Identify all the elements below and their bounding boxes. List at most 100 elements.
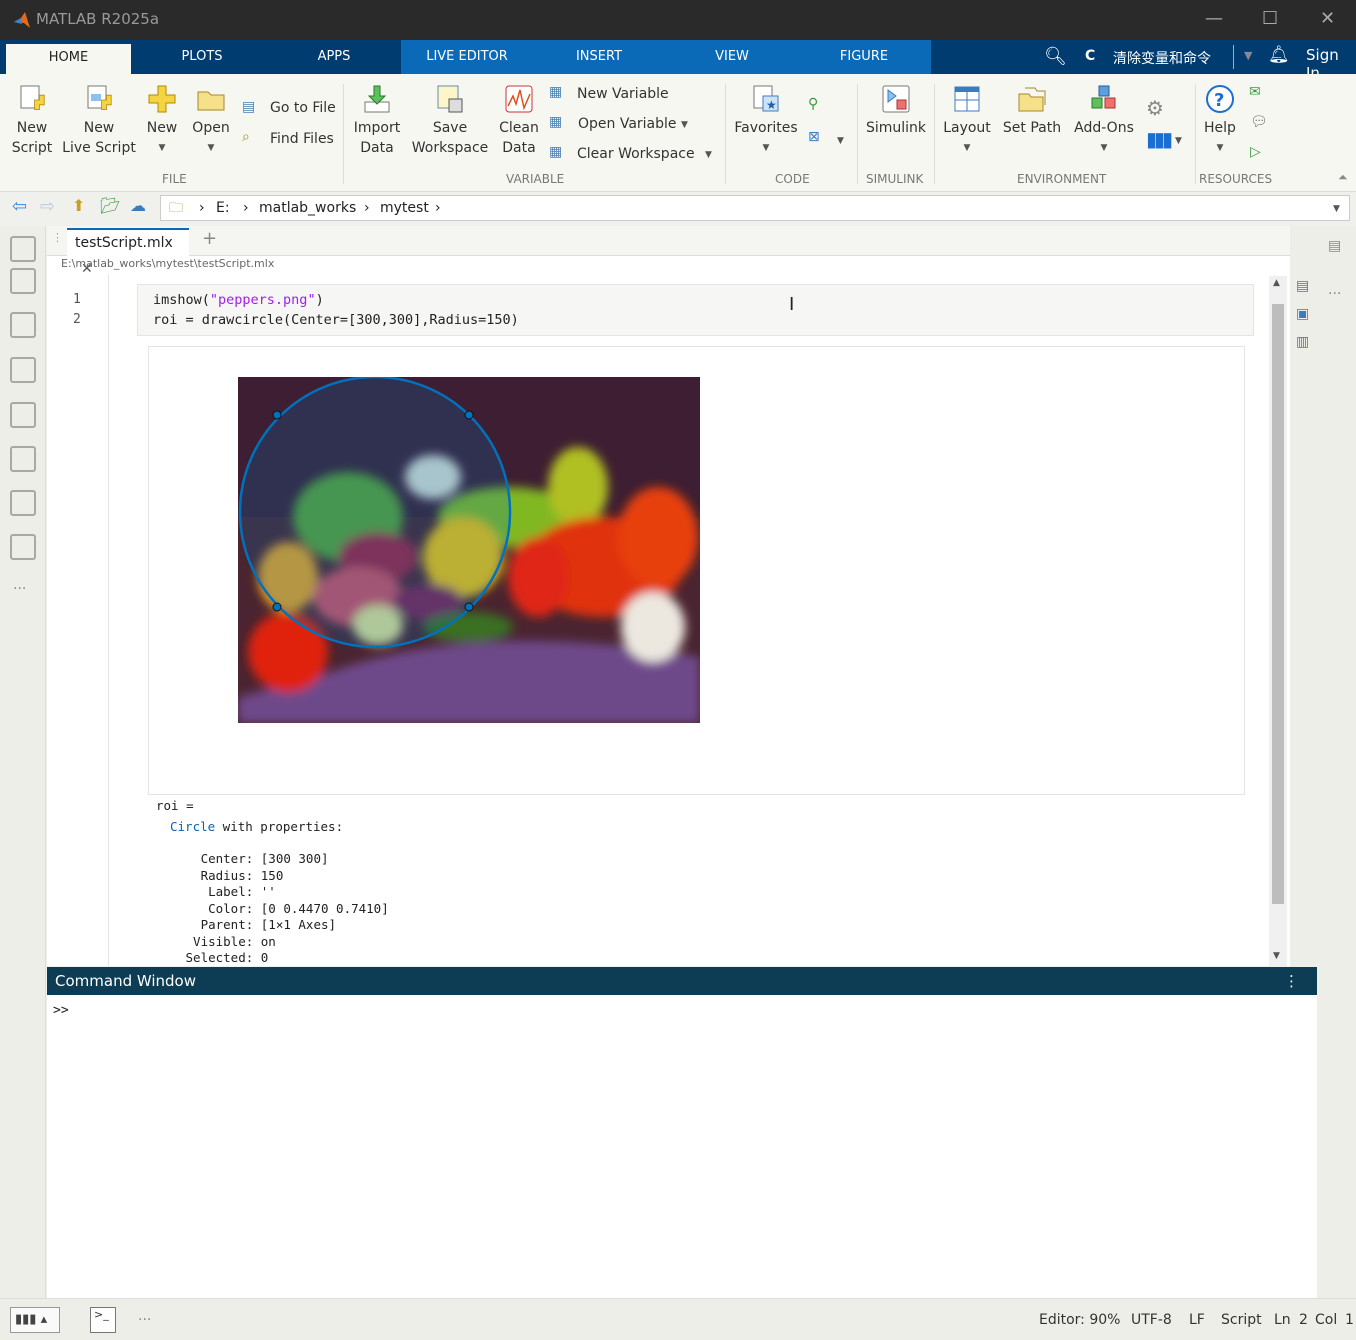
command-window-toggle-icon[interactable]: >_ [90,1307,116,1333]
breadcrumb-e[interactable]: E: [216,196,230,220]
col-value: 1 [1345,1312,1354,1328]
command-prompt: >> [53,1003,69,1018]
close-button[interactable]: ✕ [1320,8,1335,29]
tab-figure[interactable]: FIGURE [802,40,926,74]
browse-folder-icon[interactable]: 📂︎ [100,196,120,215]
editor-tab-testscript[interactable]: testScript.mlx ✕ [67,228,189,277]
up-folder-icon[interactable]: ⬆ [72,196,85,215]
favorites-button[interactable]: ★ Favorites ▼ [734,84,798,158]
ribbon-toolstrip: New Script New Live Script New ▼ Open ▼ ▤ Go… [0,74,1356,192]
title-bar: MATLAB R2025a — ☐ ✕ [0,0,1356,40]
roi-handle[interactable] [464,602,474,612]
collapse-ribbon-icon[interactable]: ⏶ [1338,170,1348,185]
caret-down-icon[interactable]: ▼ [1175,136,1182,146]
line-ending[interactable]: LF [1189,1312,1205,1328]
current-folder-path[interactable]: 🗀 › E: › matlab_works › mytest › ▼ [160,195,1350,221]
tab-apps[interactable]: APPS [272,40,396,74]
status-bar: ▮▮▮ ▴ >_ ··· Editor: 90% UTF-8 LF Script… [0,1298,1356,1340]
back-icon[interactable]: ⇦ [12,196,27,217]
caret-down-icon[interactable]: ▼ [681,120,688,130]
files-panel-icon[interactable] [10,236,36,262]
add-ons-panel-icon[interactable] [10,490,36,516]
panel-toggle-icon[interactable]: ▤ [1328,238,1341,254]
import-data-button[interactable]: Import Data [350,84,404,158]
more-icon[interactable]: ··· [138,1312,151,1328]
scroll-down-icon[interactable]: ▼ [1273,951,1280,961]
analyze-code-icon[interactable]: ⚲ [808,96,818,112]
learn-matlab-icon[interactable]: ▷ [1250,144,1261,160]
divider [1195,84,1196,184]
code-block[interactable]: imshow("peppers.png") roi = drawcircle(C… [137,284,1254,336]
caret-down-icon[interactable]: ▼ [837,136,844,146]
simulink-button[interactable]: Simulink [864,84,928,138]
tab-live-editor[interactable]: LIVE EDITOR [405,40,529,74]
tab-insert[interactable]: INSERT [537,40,661,74]
shortcut-clear-button[interactable]: 清除变量和命令 [1113,48,1211,68]
panels-button[interactable]: ▮▮▮ ▴ [10,1307,60,1333]
parallel-icon[interactable]: ▮▮▮ [1146,127,1173,151]
open-variable-button[interactable]: Open Variable [578,116,677,132]
tab-home[interactable]: HOME [6,44,131,74]
more-icon[interactable]: ··· [13,581,26,597]
add-ons-icon [1091,85,1116,109]
tab-view[interactable]: VIEW [670,40,794,74]
vertical-scrollbar[interactable]: ▲ ▼ [1269,276,1287,966]
maximize-button[interactable]: ☐ [1262,8,1278,29]
output-inline-icon[interactable]: ▤ [1296,278,1309,294]
source-control-icon[interactable] [10,312,36,338]
clear-commands-icon[interactable]: ⊠ [808,129,820,145]
breadcrumb-mytest[interactable]: mytest [380,196,429,220]
open-button[interactable]: Open ▼ [188,84,234,158]
command-window[interactable]: >> [47,995,1317,1298]
scrollbar-thumb[interactable] [1272,304,1284,904]
new-variable-button[interactable]: New Variable [577,86,669,102]
hide-code-icon[interactable]: ▥ [1296,334,1309,350]
help-button[interactable]: ? Help ▼ [1200,84,1240,158]
more-icon[interactable]: ··· [1328,286,1341,302]
new-live-script-button[interactable]: New Live Script [62,84,136,158]
new-button[interactable]: New ▼ [142,84,182,158]
request-support-icon[interactable]: 💬︎ [1250,114,1268,130]
roi-handle[interactable] [272,410,282,420]
bell-icon[interactable]: 🔔︎ [1268,45,1290,65]
find-icon[interactable] [10,446,36,472]
new-tab-icon[interactable]: + [202,228,217,249]
roi-handle[interactable] [464,410,474,420]
preferences-gear-icon[interactable]: ⚙ [1146,96,1164,120]
class-link[interactable]: Circle [170,819,215,834]
figure-output[interactable] [148,346,1245,795]
code-line[interactable]: imshow("peppers.png") [153,292,324,308]
go-to-file-button[interactable]: Go to File [270,100,336,116]
clean-data-button[interactable]: Clean Data [496,84,542,158]
layout-button[interactable]: Layout ▼ [942,84,992,158]
scroll-up-icon[interactable]: ▲ [1273,278,1280,288]
cloud-folder-icon[interactable]: ☁ [130,196,146,215]
save-workspace-button[interactable]: Save Workspace [410,84,490,158]
path-dropdown-icon[interactable]: ▼ [1333,197,1340,221]
forward-icon[interactable]: ⇨ [40,196,55,217]
code-line[interactable]: roi = drawcircle(Center=[300,300],Radius… [153,312,519,328]
roi-handle[interactable] [272,602,282,612]
editor-zoom[interactable]: Editor: 90% [1039,1312,1120,1328]
workspace-panel-icon[interactable] [10,268,36,294]
dropdown-icon[interactable]: ▼ [1244,49,1252,62]
caret-down-icon[interactable]: ▼ [705,150,712,160]
command-history-icon[interactable] [10,402,36,428]
new-script-button[interactable]: New Script [8,84,56,158]
project-icon[interactable] [10,357,36,383]
roi-circle[interactable] [238,377,700,723]
community-icon[interactable]: ✉ [1249,84,1261,100]
add-ons-button[interactable]: Add-Ons ▼ [1070,84,1138,158]
command-window-menu-icon[interactable]: ⋮ [1284,967,1299,995]
find-files-button[interactable]: Find Files [270,131,334,147]
drag-handle-icon[interactable]: ⋮ [52,231,63,244]
breadcrumb-matlab-works[interactable]: matlab_works [259,196,356,220]
output-right-icon[interactable]: ▣ [1296,306,1309,322]
clear-workspace-button[interactable]: Clear Workspace [577,146,695,162]
minimize-button[interactable]: — [1205,8,1223,29]
encoding[interactable]: UTF-8 [1131,1312,1172,1328]
search-icon[interactable]: 🔍︎ [1044,46,1067,67]
set-path-button[interactable]: Set Path [1002,84,1062,138]
figure-panel-icon[interactable] [10,534,36,560]
tab-plots[interactable]: PLOTS [140,40,264,74]
